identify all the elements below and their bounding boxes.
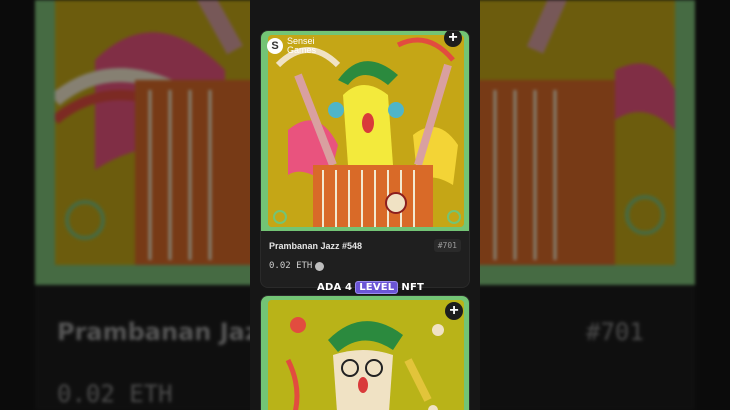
- background-title: Prambanan Jazz: [57, 318, 273, 346]
- video-frame: Prambanan Jazz #701 0.02 ETH S Sensei Ga…: [0, 0, 730, 410]
- nft-artwork[interactable]: S Sensei Games: [261, 31, 469, 231]
- nft-id-badge: #701: [433, 239, 461, 252]
- caption-part: NFT: [401, 282, 424, 293]
- background-price: 0.02 ETH: [57, 380, 173, 408]
- video-caption: ADA 4 LEVEL NFT: [317, 281, 424, 294]
- brand-logo-icon: S: [267, 38, 283, 54]
- caption-highlight: LEVEL: [355, 281, 399, 294]
- brand-watermark: S Sensei Games: [267, 37, 321, 55]
- background-id: #701: [586, 318, 644, 346]
- nft-title[interactable]: Prambanan Jazz #548: [269, 241, 362, 251]
- brand-name: Sensei Games: [287, 36, 317, 55]
- nft-artwork[interactable]: [261, 296, 469, 410]
- add-button[interactable]: +: [445, 302, 463, 320]
- nft-card[interactable]: +: [260, 295, 470, 410]
- nft-feed[interactable]: S Sensei Games + Prambanan Jazz #548 #70…: [250, 0, 480, 410]
- caption-part: ADA 4: [317, 282, 353, 293]
- price-value: 0.02 ETH: [269, 261, 313, 271]
- nft-card[interactable]: S Sensei Games + Prambanan Jazz #548 #70…: [260, 30, 470, 288]
- nft-price: 0.02 ETH: [269, 261, 325, 271]
- eth-icon: [315, 261, 325, 271]
